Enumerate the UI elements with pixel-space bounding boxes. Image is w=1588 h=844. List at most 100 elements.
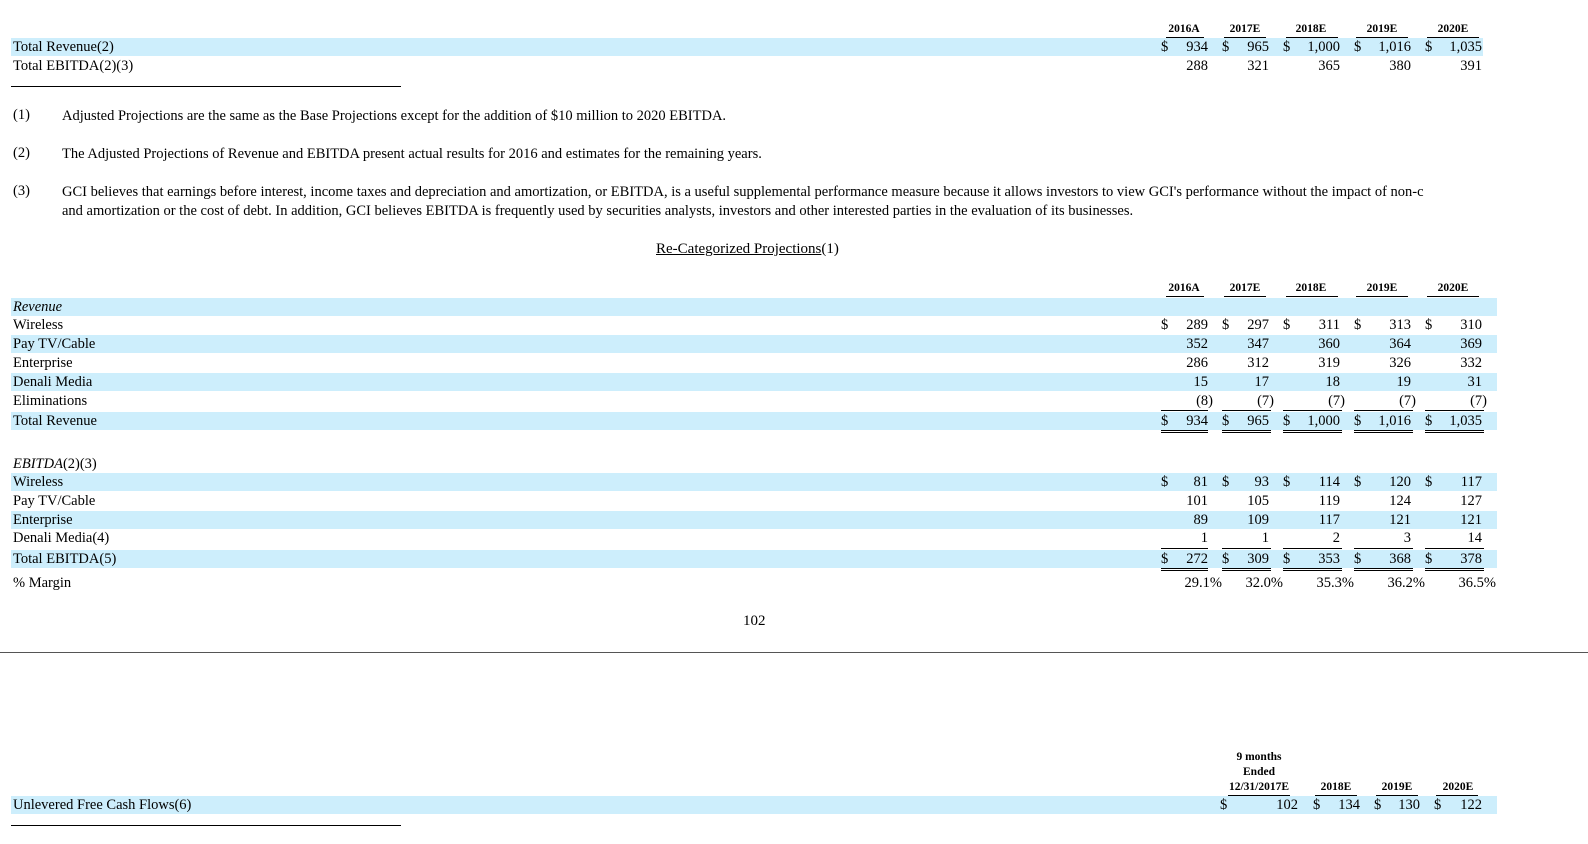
ebitda-value: 14 xyxy=(1467,530,1483,546)
revenue-heading: Revenue xyxy=(13,299,63,315)
recategorized-title-text: Re-Categorized Projections xyxy=(656,241,822,257)
ebitda-value: 121 xyxy=(1389,512,1411,528)
ufcf-period-header: 12/31/2017E xyxy=(1228,781,1290,793)
ebitda-value: 309 xyxy=(1247,551,1269,567)
footnote-text: Adjusted Projections are the same as the… xyxy=(62,108,727,124)
footnote-separator xyxy=(11,86,401,87)
revenue-value: 319 xyxy=(1318,355,1340,371)
footnote-text: The Adjusted Projections of Revenue and … xyxy=(62,146,762,162)
revenue-row-label: Denali Media xyxy=(13,374,93,390)
revenue-value: 1,000 xyxy=(1307,413,1340,429)
adjusted-year-header: 2017E xyxy=(1229,23,1261,35)
ebitda-value: 378 xyxy=(1460,551,1482,567)
ebitda-row-label: Wireless xyxy=(13,474,64,490)
revenue-row-label: Eliminations xyxy=(13,393,88,409)
adjusted-value: 380 xyxy=(1389,58,1411,74)
revenue-total-double-rule xyxy=(1161,430,1208,433)
adjusted-value: 1,000 xyxy=(1307,39,1340,55)
adjusted-year-header: 2019E xyxy=(1366,23,1398,35)
adjusted-year-header: 2018E xyxy=(1295,23,1327,35)
recategorized-year-header-rule xyxy=(1286,296,1338,297)
ebitda-heading-suffix: (2)(3) xyxy=(62,456,97,472)
adjusted-value: 1,016 xyxy=(1378,39,1411,55)
revenue-value: 17 xyxy=(1254,374,1270,390)
revenue-value: (7) xyxy=(1399,393,1416,409)
revenue-value: 1,016 xyxy=(1378,413,1411,429)
ebitda-row-label: Denali Media(4) xyxy=(13,530,110,546)
revenue-value: 369 xyxy=(1460,336,1482,352)
revenue-value: (7) xyxy=(1470,393,1487,409)
revenue-subtotal-rule xyxy=(1222,410,1271,411)
ebitda-value: 117 xyxy=(1318,512,1340,528)
revenue-row-label: Total Revenue xyxy=(13,413,97,429)
revenue-heading-band xyxy=(11,298,1497,316)
revenue-subtotal-rule xyxy=(1354,410,1413,411)
page-break-line xyxy=(0,652,1588,653)
revenue-value: 360 xyxy=(1318,336,1340,352)
ebitda-total-double-rule xyxy=(1283,568,1342,571)
ebitda-value: 127 xyxy=(1460,493,1482,509)
ebitda-value: 105 xyxy=(1247,493,1269,509)
ebitda-value: 120 xyxy=(1389,474,1411,490)
revenue-value: 312 xyxy=(1247,355,1269,371)
footnote-text: and amortization or the cost of debt. In… xyxy=(62,203,1134,219)
revenue-value: 326 xyxy=(1389,355,1411,371)
ebitda-value: 1 xyxy=(1261,530,1269,546)
adjusted-value: 321 xyxy=(1247,58,1269,74)
page-number: 102 xyxy=(743,613,766,629)
recategorized-year-header-rule xyxy=(1166,296,1204,297)
ebitda-value: 3 xyxy=(1403,530,1411,546)
revenue-row-label: Pay TV/Cable xyxy=(13,336,96,352)
revenue-value: (7) xyxy=(1328,393,1345,409)
revenue-value: 19 xyxy=(1396,374,1412,390)
ebitda-value: 114 xyxy=(1318,474,1340,490)
ebitda-row-label: Pay TV/Cable xyxy=(13,493,96,509)
adjusted-row-label: Total EBITDA(2)(3) xyxy=(13,58,134,74)
revenue-subtotal-rule xyxy=(1161,410,1208,411)
revenue-row-label: Enterprise xyxy=(13,355,73,371)
recategorized-year-header-rule xyxy=(1224,296,1266,297)
ebitda-row-label: Enterprise xyxy=(13,512,73,528)
revenue-total-double-rule xyxy=(1283,430,1342,433)
ebitda-value: 2 xyxy=(1332,530,1340,546)
adjusted-value: 365 xyxy=(1318,58,1340,74)
revenue-value: 18 xyxy=(1325,374,1341,390)
margin-value: 35.3% xyxy=(1316,575,1354,591)
revenue-total-double-rule xyxy=(1354,430,1413,433)
ufcf-year-header: 2019E xyxy=(1381,781,1413,793)
ebitda-value: 119 xyxy=(1318,493,1340,509)
ebitda-subtotal-rule xyxy=(1425,548,1484,549)
revenue-value: 311 xyxy=(1318,317,1340,333)
revenue-row-label: Wireless xyxy=(13,317,64,333)
ebitda-value: 353 xyxy=(1318,551,1340,567)
ebitda-value: 117 xyxy=(1460,474,1482,490)
revenue-value: 310 xyxy=(1460,317,1482,333)
ebitda-total-double-rule xyxy=(1425,568,1484,571)
recategorized-year-header: 2019E xyxy=(1366,282,1398,294)
ebitda-heading-text: EBITDA xyxy=(13,456,63,472)
revenue-value: 347 xyxy=(1247,336,1269,352)
ufcf-period-header: 9 months xyxy=(1236,751,1282,763)
recategorized-year-header-rule xyxy=(1427,296,1479,297)
revenue-value: 332 xyxy=(1460,355,1482,371)
ebitda-subtotal-rule xyxy=(1161,548,1208,549)
revenue-value: 364 xyxy=(1389,336,1411,352)
ebitda-value: 93 xyxy=(1254,474,1270,490)
recategorized-year-header-rule xyxy=(1356,296,1408,297)
ebitda-heading: EBITDA(2)(3) xyxy=(13,455,97,473)
adjusted-value: 391 xyxy=(1460,58,1482,74)
revenue-value: 313 xyxy=(1389,317,1411,333)
revenue-value: 1,035 xyxy=(1449,413,1482,429)
ebitda-total-double-rule xyxy=(1222,568,1271,571)
ufcf-footnote-separator xyxy=(11,825,401,826)
recategorized-year-header: 2018E xyxy=(1295,282,1327,294)
revenue-value: 965 xyxy=(1247,413,1269,429)
adjusted-value: 1,035 xyxy=(1449,39,1482,55)
recategorized-year-header: 2017E xyxy=(1229,282,1261,294)
margin-value: 36.2% xyxy=(1387,575,1425,591)
adjusted-year-header: 2016A xyxy=(1168,23,1200,35)
ufcf-value: 122 xyxy=(1460,797,1482,813)
ebitda-subtotal-rule xyxy=(1354,548,1413,549)
footnote-number: (2) xyxy=(13,145,30,161)
ufcf-year-header: 2018E xyxy=(1320,781,1352,793)
